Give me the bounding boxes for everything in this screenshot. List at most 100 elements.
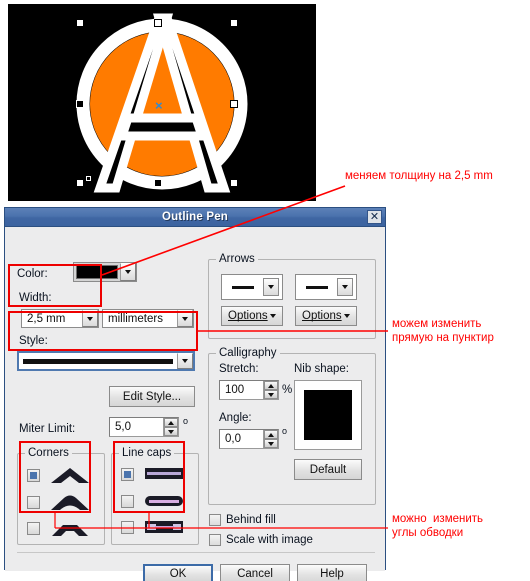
chevron-down-icon[interactable]	[177, 310, 193, 327]
outline-pen-dialog[interactable]: Outline Pen ✕ Color: Width: 2,5 mm milli…	[4, 207, 386, 581]
stepper-down-icon[interactable]	[264, 390, 278, 399]
selection-handle[interactable]	[76, 179, 84, 187]
line-caps-group-title: Line caps	[119, 447, 175, 459]
stretch-label: Stretch:	[219, 363, 259, 375]
ok-button[interactable]: OK	[143, 564, 213, 581]
behind-fill-checkbox[interactable]	[209, 514, 221, 526]
stepper-up-icon[interactable]	[264, 381, 278, 390]
drawing-canvas[interactable]: ×	[8, 4, 316, 201]
selection-handle[interactable]	[230, 19, 238, 27]
selection-handle[interactable]	[230, 179, 238, 187]
stretch-value: 100	[225, 384, 245, 396]
close-icon[interactable]: ✕	[367, 210, 382, 224]
miter-limit-value: 5,0	[115, 421, 131, 433]
arrow-end-options-button[interactable]: Options	[295, 306, 357, 326]
screenshot-root: × Outline Pen ✕ Color: Width: 2,5 mm mil…	[0, 0, 530, 581]
round-corner-icon	[51, 495, 89, 510]
chevron-down-icon[interactable]	[270, 314, 276, 318]
arrows-group-title: Arrows	[216, 253, 258, 265]
nib-shape-preview[interactable]	[294, 380, 362, 450]
corners-option-round[interactable]	[27, 492, 91, 512]
calligraphy-group-title: Calligraphy	[216, 347, 280, 359]
chevron-down-icon[interactable]	[337, 278, 353, 296]
width-units-select[interactable]: millimeters	[102, 309, 194, 328]
line-cap-option-butt[interactable]	[121, 465, 185, 483]
scale-with-image-checkbox-row[interactable]: Scale with image	[209, 534, 313, 546]
object-center-marker: ×	[155, 98, 163, 113]
bevel-corner-icon	[52, 525, 88, 536]
plain-line-icon	[296, 285, 337, 289]
corners-group: Corners	[17, 447, 105, 545]
width-units-value: millimeters	[108, 312, 163, 325]
radio-square-cap[interactable]	[121, 520, 134, 534]
stepper-up-icon[interactable]	[264, 430, 278, 439]
stepper-down-icon[interactable]	[164, 427, 178, 436]
color-label: Color:	[17, 268, 48, 280]
chevron-down-icon[interactable]	[82, 310, 98, 327]
radio-round-cap[interactable]	[121, 494, 134, 508]
stepper-down-icon[interactable]	[264, 439, 278, 448]
scale-with-image-checkbox[interactable]	[209, 534, 221, 546]
width-label: Width:	[19, 292, 52, 304]
footer-separator	[17, 552, 375, 553]
line-cap-option-square[interactable]	[121, 518, 185, 536]
stretch-stepper[interactable]	[263, 381, 278, 399]
miter-corner-icon	[51, 468, 89, 483]
arrow-start-preview[interactable]	[221, 274, 283, 300]
nib-shape-label: Nib shape:	[294, 363, 349, 375]
miter-limit-input[interactable]: 5,0	[109, 417, 179, 437]
calligraphy-default-button[interactable]: Default	[294, 459, 362, 480]
behind-fill-checkbox-row[interactable]: Behind fill	[209, 514, 276, 526]
chevron-down-icon[interactable]	[263, 278, 279, 296]
round-cap-icon	[145, 496, 183, 506]
angle-label: Angle:	[219, 412, 252, 424]
line-cap-option-round[interactable]	[121, 492, 185, 510]
selection-handle[interactable]	[76, 100, 84, 108]
style-select[interactable]	[17, 351, 195, 371]
angle-input[interactable]: 0,0	[219, 429, 279, 449]
arrow-end-options-label: Options	[302, 310, 342, 322]
annotation-note-corners: можно изменить углы обводки	[392, 513, 484, 539]
chevron-down-icon[interactable]	[120, 263, 136, 281]
selection-handle[interactable]	[76, 19, 84, 27]
color-swatch[interactable]	[76, 265, 118, 279]
corners-option-miter[interactable]	[27, 465, 91, 485]
chevron-down-icon[interactable]	[344, 314, 350, 318]
corners-group-title: Corners	[25, 447, 72, 459]
radio-bevel-corner[interactable]	[27, 521, 40, 535]
corners-option-bevel[interactable]	[27, 518, 91, 538]
angle-value: 0,0	[225, 433, 241, 445]
angle-stepper[interactable]	[263, 430, 278, 448]
chevron-down-icon[interactable]	[177, 353, 193, 369]
edit-style-button[interactable]: Edit Style...	[109, 386, 195, 407]
dialog-body: Color: Width: 2,5 mm millimeters Style:	[5, 227, 385, 581]
width-value: 2,5 mm	[27, 312, 66, 325]
scale-with-image-label: Scale with image	[226, 534, 313, 546]
arrows-group: Arrows Options Options	[208, 253, 376, 339]
annotation-note-width: меняем толщину на 2,5 mm	[345, 170, 493, 182]
style-preview-line	[23, 358, 173, 364]
stretch-input[interactable]: 100	[219, 380, 279, 400]
angle-suffix: o	[282, 426, 288, 436]
radio-round-corner[interactable]	[27, 495, 40, 509]
dialog-title: Outline Pen	[161, 211, 229, 223]
selection-handle[interactable]	[154, 179, 162, 187]
selection-handle[interactable]	[230, 100, 238, 108]
arrow-start-options-label: Options	[228, 310, 268, 322]
help-button[interactable]: Help	[297, 564, 367, 581]
cancel-button[interactable]: Cancel	[220, 564, 290, 581]
plain-line-icon	[222, 285, 263, 289]
width-input[interactable]: 2,5 mm	[21, 309, 99, 328]
arrow-end-preview[interactable]	[295, 274, 357, 300]
color-swatch-picker[interactable]	[73, 262, 137, 282]
radio-miter-corner[interactable]	[27, 468, 40, 482]
nib-shape-swatch	[304, 390, 352, 440]
annotation-note-style: можем изменить прямую на пунктир	[392, 318, 494, 344]
arrow-start-options-button[interactable]: Options	[221, 306, 283, 326]
dialog-titlebar[interactable]: Outline Pen ✕	[5, 208, 385, 227]
stepper-up-icon[interactable]	[164, 418, 178, 427]
miter-limit-stepper[interactable]	[163, 418, 178, 436]
butt-cap-icon	[145, 468, 183, 479]
radio-butt-cap[interactable]	[121, 467, 134, 481]
selection-handle[interactable]	[154, 19, 162, 27]
